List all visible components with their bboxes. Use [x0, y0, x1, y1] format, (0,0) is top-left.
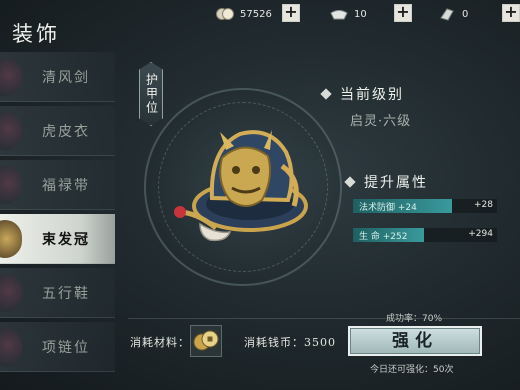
- page-title: 装饰: [12, 22, 60, 46]
- sidebar-item-label: 项链位: [42, 340, 90, 356]
- silver-amount: 10: [354, 8, 367, 20]
- add-coin-button[interactable]: +: [282, 4, 300, 22]
- sidebar-item-label: 清风剑: [42, 70, 90, 86]
- stat-row-health: 生 命 +252 +294: [353, 228, 497, 242]
- coin-cost-value: 3500: [304, 336, 336, 349]
- sidebar-item-shufaguan[interactable]: 束发冠: [0, 214, 115, 264]
- sidebar-item-wuxingxie[interactable]: 五行鞋: [0, 268, 115, 318]
- sword-icon: [0, 58, 22, 96]
- sidebar-item-label: 福禄带: [42, 178, 90, 194]
- jade-icon: [440, 8, 454, 21]
- upgrade-attributes-heading: 提升属性: [344, 172, 428, 192]
- sidebar-item-label: 束发冠: [42, 232, 90, 248]
- sidebar-item-label: 五行鞋: [42, 286, 90, 302]
- sidebar-item-fuludai[interactable]: 福禄带: [0, 160, 115, 210]
- footer-divider: [128, 318, 520, 319]
- diamond-icon: [344, 176, 356, 188]
- current-level-value: 启灵·六级: [350, 114, 412, 129]
- jade-resource: 0: [438, 4, 468, 24]
- slot-label: 护甲位: [144, 73, 159, 115]
- sidebar-item-hupiyi[interactable]: 虎皮衣: [0, 106, 115, 156]
- upgrade-attributes-heading-label: 提升属性: [364, 175, 428, 191]
- belt-icon: [0, 166, 22, 204]
- current-level-heading: 当前级别: [320, 84, 404, 104]
- stat-row-magic-defense: 法术防御 +24 +28: [353, 199, 497, 213]
- coin-icon: [216, 8, 234, 20]
- sidebar-item-qingfengjian[interactable]: 清风剑: [0, 52, 115, 102]
- current-level-heading-label: 当前级别: [340, 87, 404, 103]
- add-jade-button[interactable]: +: [502, 4, 520, 22]
- coin-resource: 57526: [216, 4, 272, 24]
- jade-amount: 0: [462, 8, 469, 20]
- success-rate: 成功率：70%: [386, 314, 443, 324]
- slot-badge: 护甲位: [139, 62, 163, 126]
- stat-current: 法术防御 +24: [359, 203, 417, 213]
- sidebar-item-xianglianwei[interactable]: 项链位: [0, 322, 115, 372]
- helmet-item-icon[interactable]: [170, 108, 310, 258]
- remaining-upgrades: 今日还可强化：50次: [370, 365, 454, 375]
- coin-icon: [193, 330, 219, 351]
- crown-icon: [0, 220, 22, 258]
- necklace-icon: [0, 328, 22, 366]
- material-cost-label: 消耗材料：: [130, 336, 190, 349]
- coin-cost-label: 消耗钱币：3500: [244, 334, 336, 350]
- upgrade-button[interactable]: 强化: [348, 326, 482, 356]
- coin-amount: 57526: [240, 8, 272, 20]
- equipment-sidebar: 清风剑 虎皮衣 福禄带 束发冠 五行鞋 项链位: [0, 52, 115, 390]
- shoes-icon: [0, 274, 22, 312]
- stat-next: +294: [468, 229, 493, 239]
- stat-next: +28: [474, 200, 493, 210]
- add-silver-button[interactable]: +: [394, 4, 412, 22]
- stat-current: 生 命 +252: [359, 232, 408, 242]
- material-slot[interactable]: [190, 325, 222, 357]
- silver-ingot-icon: [330, 10, 348, 20]
- coin-cost-text: 消耗钱币：: [244, 336, 304, 349]
- robe-icon: [0, 112, 22, 150]
- diamond-icon: [320, 88, 332, 100]
- sidebar-item-label: 虎皮衣: [42, 124, 90, 140]
- silver-resource: 10: [330, 4, 367, 24]
